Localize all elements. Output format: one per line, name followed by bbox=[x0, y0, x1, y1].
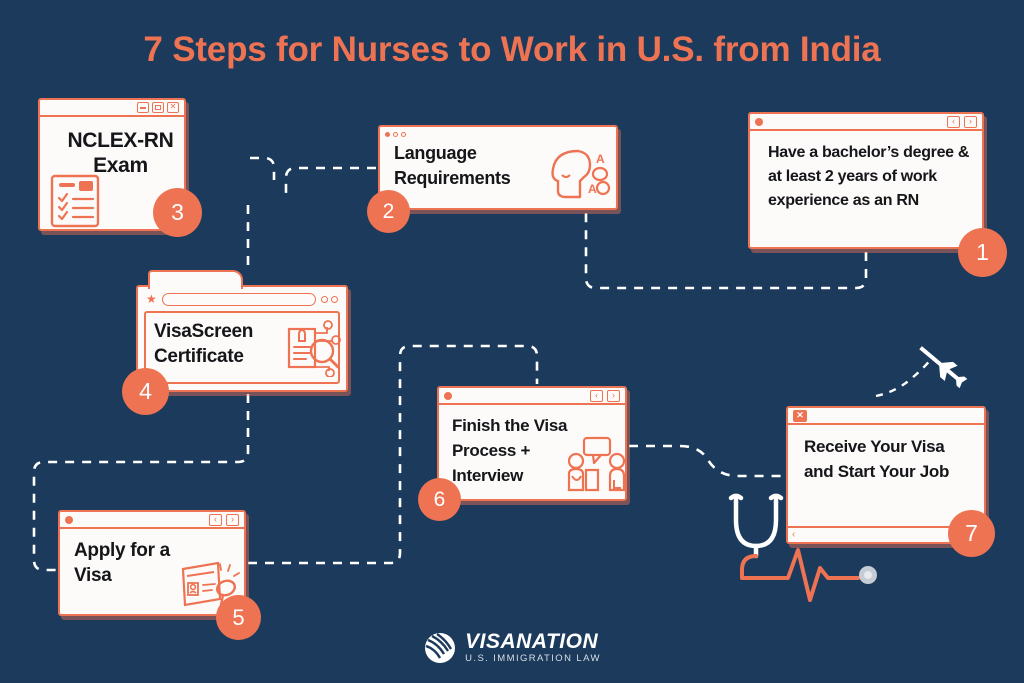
window-titlebar: ✕ bbox=[40, 100, 184, 117]
window-titlebar: ‹ › bbox=[439, 388, 625, 405]
browser-buttons[interactable] bbox=[321, 295, 338, 303]
airplane-icon bbox=[919, 346, 968, 389]
window-nav-controls[interactable]: ‹ › bbox=[209, 513, 239, 526]
connector-2-to-3b bbox=[250, 156, 276, 180]
forward-icon[interactable]: › bbox=[226, 513, 239, 526]
airplane-trail bbox=[875, 357, 933, 398]
logo-text: VISANATION U.S. IMMIGRATION LAW bbox=[465, 631, 601, 665]
step-badge-1: 1 bbox=[958, 228, 1007, 277]
step-badge-7: 7 bbox=[948, 510, 995, 557]
circle-icon-1 bbox=[321, 295, 328, 303]
window-titlebar: ✕ bbox=[788, 408, 984, 425]
circle-icon-2 bbox=[331, 295, 338, 303]
step-card-4[interactable]: ★ VisaScreen Certificate bbox=[136, 270, 348, 392]
maximize-icon[interactable] bbox=[152, 102, 164, 113]
window-nav-controls[interactable]: ‹ › bbox=[590, 389, 620, 402]
window-dot-icon bbox=[755, 117, 763, 126]
dot-icon-1 bbox=[385, 132, 390, 137]
infographic-canvas: 7 Steps for Nurses to Work in U.S. from … bbox=[0, 0, 1024, 683]
address-field[interactable] bbox=[161, 292, 316, 306]
step-badge-6: 6 bbox=[418, 478, 461, 521]
forward-icon[interactable]: › bbox=[964, 115, 977, 128]
id-card-magnifier-icon bbox=[287, 320, 341, 377]
window-dot-icon bbox=[65, 515, 73, 524]
step-card-2[interactable]: Language Requirements A A bbox=[378, 125, 618, 210]
dot-icon-2 bbox=[393, 132, 398, 137]
window-controls[interactable]: ✕ bbox=[137, 102, 179, 113]
back-icon[interactable]: ‹ bbox=[209, 513, 222, 526]
connector-6-to-7 bbox=[629, 444, 784, 478]
window-nav-controls[interactable]: ‹ › bbox=[947, 115, 977, 128]
step-card-1-text: Have a bachelor’s degree & at least 2 ye… bbox=[768, 144, 970, 209]
minimize-icon[interactable] bbox=[137, 102, 149, 113]
close-icon[interactable]: ✕ bbox=[167, 102, 179, 113]
browser-tab[interactable] bbox=[148, 270, 243, 289]
browser-urlbar[interactable]: ★ bbox=[146, 292, 338, 306]
dot-icon-3 bbox=[401, 132, 406, 137]
svg-text:A: A bbox=[588, 182, 597, 196]
speaking-head-icon: A A bbox=[551, 149, 611, 199]
stethoscope-icon bbox=[728, 493, 784, 559]
globe-icon bbox=[425, 633, 456, 663]
heartbeat-endpoint bbox=[859, 566, 877, 584]
window-titlebar: ‹ › bbox=[60, 512, 244, 529]
page-title: 7 Steps for Nurses to Work in U.S. from … bbox=[143, 30, 881, 69]
scroll-left-icon[interactable]: ‹ bbox=[792, 530, 795, 540]
interview-people-icon bbox=[567, 436, 626, 492]
step-card-2-text: Language Requirements bbox=[394, 143, 511, 188]
window-dots[interactable] bbox=[385, 132, 406, 137]
step-badge-3: 3 bbox=[153, 188, 202, 237]
step-badge-5: 5 bbox=[216, 595, 261, 640]
step-card-7-text: Receive Your Visa and Start Your Job bbox=[804, 437, 950, 481]
heartbeat-line bbox=[740, 548, 860, 602]
window-titlebar: ‹ › bbox=[750, 114, 982, 131]
svg-text:A: A bbox=[596, 152, 605, 166]
back-icon[interactable]: ‹ bbox=[947, 115, 960, 128]
window-titlebar bbox=[380, 127, 616, 142]
step-card-6[interactable]: ‹ › Finish the Visa Process + Interview bbox=[437, 386, 627, 501]
step-card-3-text: NCLEX-RN Exam bbox=[67, 129, 174, 177]
close-icon[interactable]: ✕ bbox=[793, 409, 807, 422]
star-bookmark-icon[interactable]: ★ bbox=[146, 293, 157, 305]
step-badge-4: 4 bbox=[122, 368, 169, 415]
logo-tagline: U.S. IMMIGRATION LAW bbox=[465, 653, 601, 664]
checklist-clipboard-icon bbox=[50, 174, 100, 228]
step-card-6-text: Finish the Visa Process + Interview bbox=[452, 416, 568, 485]
step-badge-2: 2 bbox=[367, 190, 410, 233]
visanation-logo[interactable]: VISANATION U.S. IMMIGRATION LAW bbox=[0, 631, 1024, 665]
step-card-4-text: VisaScreen Certificate bbox=[154, 321, 254, 367]
connector-2-to-3 bbox=[284, 166, 376, 200]
logo-name: VISANATION bbox=[465, 630, 599, 653]
step-card-1[interactable]: ‹ › Have a bachelor’s degree & at least … bbox=[748, 112, 984, 249]
forward-icon[interactable]: › bbox=[607, 389, 620, 402]
step-card-5-text: Apply for a Visa bbox=[74, 540, 170, 586]
back-icon[interactable]: ‹ bbox=[590, 389, 603, 402]
window-dot-icon bbox=[444, 391, 452, 400]
step-card-5[interactable]: ‹ › Apply for a Visa bbox=[58, 510, 246, 616]
